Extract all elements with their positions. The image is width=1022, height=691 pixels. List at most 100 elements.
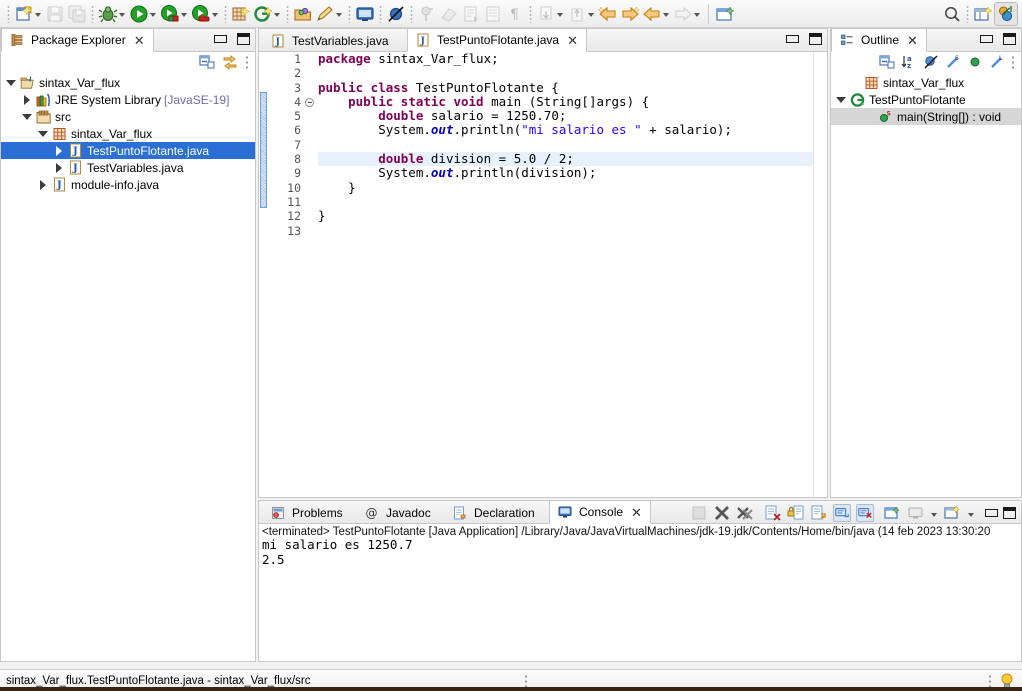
editor-vertical-scrollbar[interactable]: [813, 52, 827, 497]
outline-item-main-string-void[interactable]: Smain(String[]) : void: [831, 108, 1021, 125]
tree-item-module-info-java[interactable]: Jmodule-info.java: [1, 176, 255, 193]
code-line[interactable]: [318, 138, 827, 152]
terminate-button[interactable]: [690, 504, 708, 522]
tab-problems[interactable]: Problems: [263, 501, 351, 524]
maximize-button[interactable]: [1003, 506, 1016, 519]
code-line[interactable]: }: [318, 180, 827, 195]
chevron-down-icon[interactable]: [273, 4, 282, 24]
status-drag-handle[interactable]: [988, 673, 992, 688]
save-button[interactable]: [44, 2, 66, 26]
show-console-on-error-button[interactable]: [856, 503, 874, 522]
tab-testvariables-java[interactable]: J TestVariables.java: [263, 29, 397, 52]
next-annotation-button[interactable]: [460, 2, 482, 26]
word-wrap-button[interactable]: [810, 504, 828, 522]
hide-fields-icon[interactable]: [923, 54, 939, 70]
console-output-area[interactable]: <terminated> TestPuntoFlotante [Java App…: [259, 524, 1021, 661]
clear-console-button[interactable]: [764, 504, 782, 522]
pin-console-button[interactable]: [884, 504, 902, 522]
minimize-button[interactable]: [786, 35, 799, 43]
tree-item-sintax-var-flux[interactable]: sintax_Var_flux: [1, 74, 255, 91]
tree-item-jre-system-library[interactable]: JRE System Library [JavaSE-19]: [1, 91, 255, 108]
chevron-down-icon[interactable]: [693, 4, 702, 24]
pin-editor-button[interactable]: [416, 2, 438, 26]
code-line[interactable]: [318, 66, 827, 80]
open-console-toolbar-button[interactable]: [354, 2, 376, 26]
forward-button[interactable]: [619, 2, 641, 26]
close-icon[interactable]: ✕: [907, 34, 918, 47]
package-explorer-tree[interactable]: sintax_Var_flux JRE System Library [JavaS…: [1, 72, 255, 193]
hide-local-types-icon[interactable]: L: [989, 54, 1005, 70]
chevron-down-icon[interactable]: [335, 4, 344, 24]
status-drag-handle[interactable]: [524, 673, 528, 688]
show-console-on-output-button[interactable]: [833, 503, 851, 522]
code-line[interactable]: double division = 5.0 / 2;: [318, 151, 827, 167]
collapse-all-icon[interactable]: [199, 54, 215, 70]
skip-breakpoints-button[interactable]: [385, 2, 407, 26]
java-perspective-button[interactable]: [994, 1, 1018, 26]
coverage-button[interactable]: [190, 2, 221, 26]
chevron-down-icon[interactable]: [118, 4, 127, 24]
close-icon[interactable]: ✕: [134, 34, 145, 47]
chevron-down-icon[interactable]: [34, 4, 43, 24]
eraser-button[interactable]: [438, 2, 460, 26]
collapse-all-icon[interactable]: [879, 54, 895, 70]
outline-item-sintax-var-flux[interactable]: sintax_Var_flux: [831, 74, 1021, 91]
minimize-button[interactable]: [214, 35, 227, 43]
tree-item-testvariables-java[interactable]: J TestVariables.java: [1, 159, 255, 176]
maximize-button[interactable]: [237, 33, 250, 45]
code-line[interactable]: System.out.println("mi salario es " + sa…: [318, 123, 827, 137]
open-type-button[interactable]: [292, 2, 314, 26]
code-line[interactable]: }: [318, 209, 827, 223]
tab-testpuntoflotante-java[interactable]: J TestPuntoFlotante.java ✕: [407, 28, 587, 52]
code-line[interactable]: package sintax_Var_flux;: [318, 52, 827, 66]
link-with-editor-icon[interactable]: [222, 54, 238, 70]
new-java-project-button[interactable]: [252, 2, 283, 26]
debug-button[interactable]: [97, 2, 128, 26]
tab-declaration[interactable]: Declaration: [445, 501, 543, 524]
view-menu-icon[interactable]: [1011, 55, 1015, 69]
hide-nonpublic-icon[interactable]: [967, 54, 983, 70]
chevron-down-icon[interactable]: [21, 111, 33, 123]
code-area[interactable]: package sintax_Var_flux; public class Te…: [316, 52, 827, 497]
remove-all-terminated-button[interactable]: [736, 504, 754, 522]
new-class-button[interactable]: [314, 2, 345, 26]
open-perspective-button[interactable]: [972, 2, 994, 26]
new-wizard-button[interactable]: [13, 2, 44, 26]
outline-tree[interactable]: sintax_Var_flux TestPuntoFlotante Smain(St…: [831, 72, 1021, 125]
view-menu-icon[interactable]: [245, 55, 249, 69]
remove-launch-button[interactable]: [713, 504, 731, 522]
chevron-right-icon[interactable]: [53, 145, 65, 157]
forward-history-button[interactable]: [672, 2, 703, 26]
chevron-down-icon[interactable]: [587, 4, 596, 24]
tree-item-sintax-var-flux[interactable]: sintax_Var_flux: [1, 125, 255, 142]
tree-item-testpuntoflotante-java[interactable]: J TestPuntoFlotante.java: [1, 142, 255, 159]
display-selected-console-button[interactable]: [907, 504, 925, 522]
toggle-block-selection-button[interactable]: [482, 2, 504, 26]
maximize-button[interactable]: [1003, 33, 1016, 45]
back-history-button[interactable]: [641, 2, 672, 26]
fold-collapse-icon[interactable]: [305, 98, 314, 107]
code-line[interactable]: [318, 224, 827, 238]
folding-column[interactable]: [304, 52, 316, 497]
chevron-down-icon[interactable]: [556, 4, 565, 24]
chevron-right-icon[interactable]: [53, 162, 65, 174]
code-line[interactable]: public static void main (String[]args) {: [318, 94, 827, 109]
new-window-button[interactable]: [714, 2, 736, 26]
save-all-button[interactable]: [66, 2, 88, 26]
chevron-down-icon[interactable]: [37, 128, 49, 140]
chevron-right-icon[interactable]: [21, 94, 33, 106]
outline-item-testpuntoflotante[interactable]: TestPuntoFlotante: [831, 91, 1021, 108]
code-line[interactable]: System.out.println(division);: [318, 166, 827, 180]
back-button[interactable]: [597, 2, 619, 26]
new-java-package-button[interactable]: [230, 2, 252, 26]
chevron-right-icon[interactable]: [37, 179, 49, 191]
chevron-down-icon[interactable]: [967, 504, 976, 522]
minimize-button[interactable]: [980, 35, 993, 43]
tree-item-src[interactable]: src: [1, 108, 255, 125]
close-icon[interactable]: ✕: [631, 506, 642, 519]
external-tools-button[interactable]: [159, 2, 190, 26]
chevron-down-icon[interactable]: [662, 4, 671, 24]
next-edit-button[interactable]: [535, 2, 566, 26]
minimize-button[interactable]: [985, 508, 998, 517]
scroll-lock-button[interactable]: [787, 504, 805, 522]
